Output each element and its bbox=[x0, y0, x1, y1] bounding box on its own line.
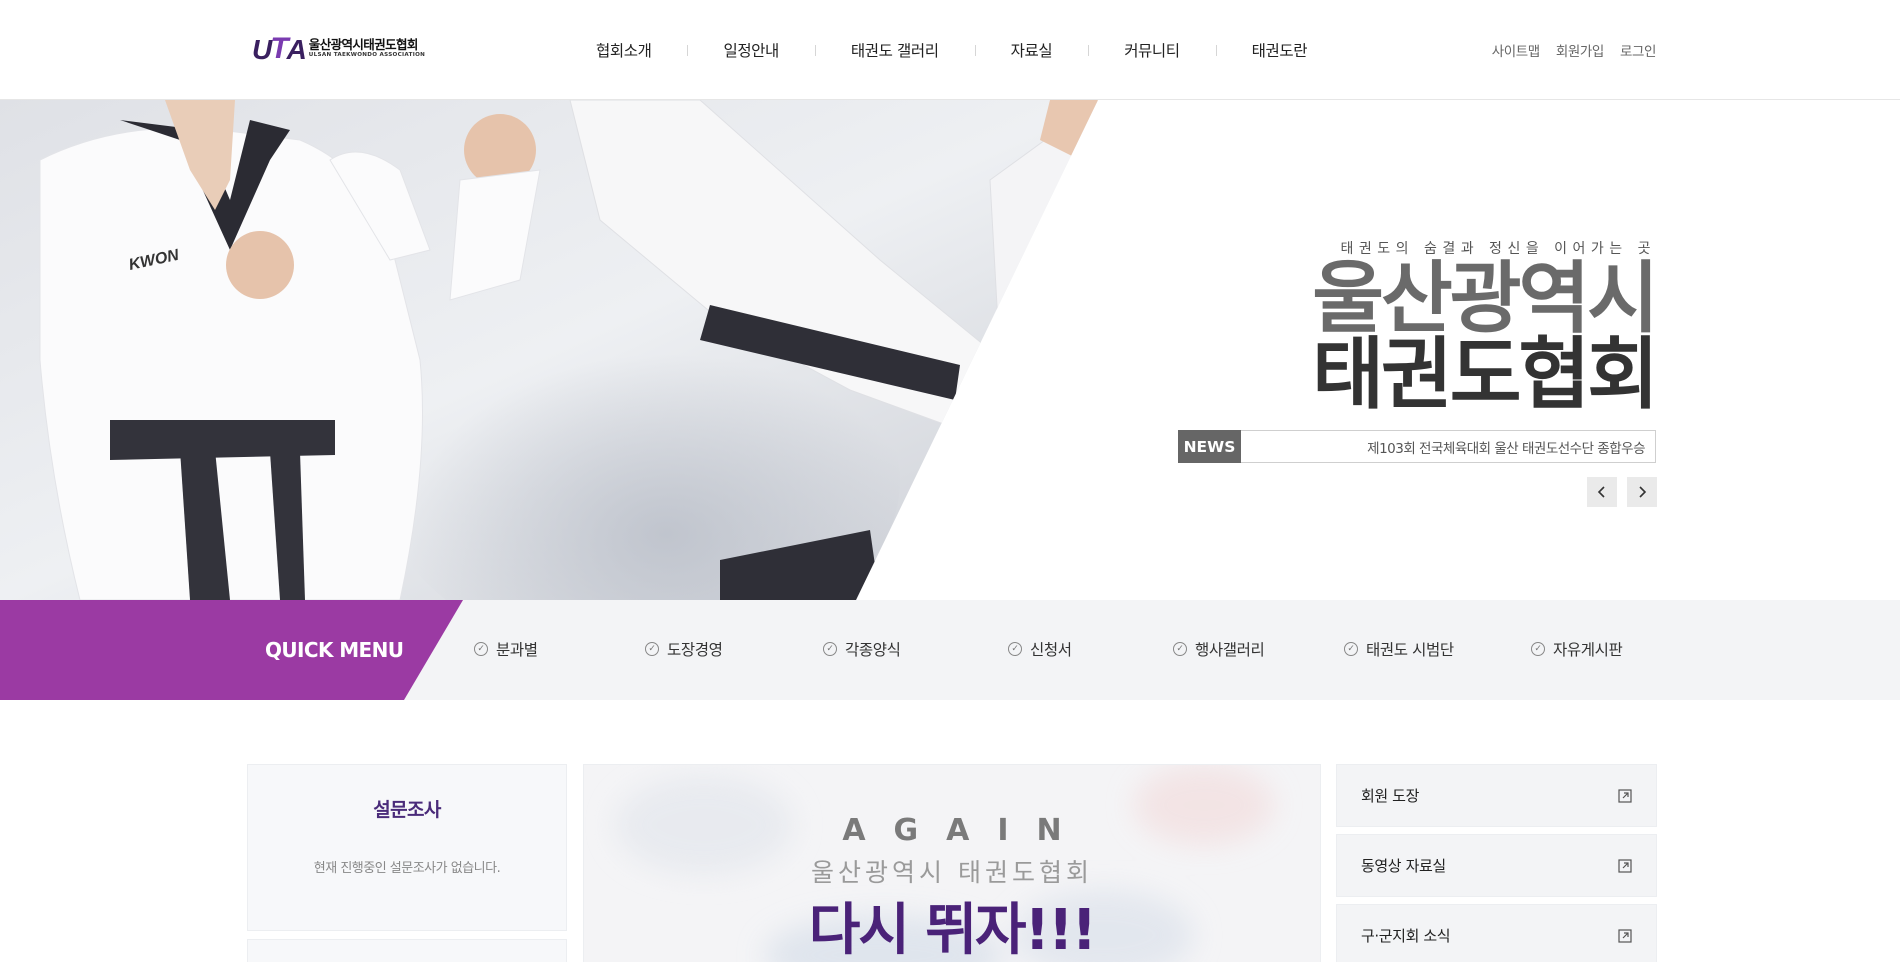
check-icon: ✓ bbox=[823, 642, 837, 656]
hero-title: 울산광역시 태권도협회 bbox=[1312, 254, 1659, 420]
check-icon: ✓ bbox=[1344, 642, 1358, 656]
nav-item-schedule[interactable]: 일정안내 bbox=[687, 39, 814, 61]
quick-item-division[interactable]: ✓ 분과별 bbox=[474, 638, 538, 660]
side-link-member-dojang[interactable]: 회원 도장 bbox=[1336, 764, 1657, 827]
external-link-icon bbox=[1618, 928, 1632, 943]
login-link[interactable]: 로그인 bbox=[1620, 40, 1656, 60]
site-logo[interactable]: UTA 울산광역시태권도협회 ULSAN TAEKWONDO ASSOCIATI… bbox=[252, 32, 425, 66]
nav-item-archive[interactable]: 자료실 bbox=[974, 39, 1089, 61]
hero-section: KWON 태권도의 숨결과 정신을 이어가는 곳 울산광역시 태권도협회 NEW… bbox=[0, 100, 1900, 600]
nav-item-about[interactable]: 협회소개 bbox=[560, 39, 687, 61]
secondary-box bbox=[247, 939, 567, 962]
hero-title-line2: 태권도협회 bbox=[1312, 330, 1659, 420]
check-icon: ✓ bbox=[474, 642, 488, 656]
hero-photo: KWON bbox=[0, 100, 1098, 600]
quick-item-demo-team[interactable]: ✓ 태권도 시범단 bbox=[1344, 638, 1454, 660]
side-link-video-archive[interactable]: 동영상 자료실 bbox=[1336, 834, 1657, 897]
news-arrows bbox=[1587, 477, 1657, 507]
banner-subtitle: 울산광역시 태권도협회 bbox=[811, 858, 1093, 887]
chevron-left-icon[interactable] bbox=[1587, 477, 1617, 507]
survey-box: 설문조사 현재 진행중인 설문조사가 없습니다. bbox=[247, 764, 567, 931]
check-icon: ✓ bbox=[1173, 642, 1187, 656]
check-icon: ✓ bbox=[645, 642, 659, 656]
nav-item-gallery[interactable]: 태권도 갤러리 bbox=[814, 39, 975, 61]
quick-menu: QUICK MENU ✓ 분과별 ✓ 도장경영 ✓ 각종양식 ✓ 신청서 ✓ 행사갤러리 … bbox=[0, 600, 1900, 700]
nav-item-community[interactable]: 커뮤니티 bbox=[1088, 39, 1215, 61]
hero-title-line1: 울산광역시 bbox=[1312, 254, 1659, 344]
chevron-right-icon[interactable] bbox=[1627, 477, 1657, 507]
survey-empty-message: 현재 진행중인 설문조사가 없습니다. bbox=[313, 861, 501, 876]
again-banner[interactable]: AGAIN 울산광역시 태권도협회 다시 뛰자!!! bbox=[583, 764, 1321, 962]
sitemap-link[interactable]: 사이트맵 bbox=[1492, 40, 1540, 60]
signup-link[interactable]: 회원가입 bbox=[1556, 40, 1604, 60]
quick-item-application[interactable]: ✓ 신청서 bbox=[1008, 638, 1072, 660]
quick-menu-title: QUICK MENU bbox=[265, 638, 404, 662]
main-nav: 협회소개 일정안내 태권도 갤러리 자료실 커뮤니티 태권도란 bbox=[560, 0, 1343, 100]
logo-text-english: ULSAN TAEKWONDO ASSOCIATION bbox=[308, 52, 426, 59]
news-ticker: NEWS 제103회 전국체육대회 울산 태권도선수단 종합우승 bbox=[1178, 430, 1656, 463]
external-link-icon bbox=[1618, 788, 1632, 803]
quick-item-event-gallery[interactable]: ✓ 행사갤러리 bbox=[1173, 638, 1265, 660]
logo-mark: UTA bbox=[252, 32, 307, 65]
banner-headline: 다시 뛰자!!! bbox=[808, 898, 1097, 962]
news-headline[interactable]: 제103회 전국체육대회 울산 태권도선수단 종합우승 bbox=[1241, 431, 1655, 462]
check-icon: ✓ bbox=[1531, 642, 1545, 656]
survey-title: 설문조사 bbox=[373, 799, 441, 821]
check-icon: ✓ bbox=[1008, 642, 1022, 656]
logo-text-korean: 울산광역시태권도협회 bbox=[308, 36, 419, 52]
external-link-icon bbox=[1618, 858, 1632, 873]
quick-item-forms[interactable]: ✓ 각종양식 bbox=[823, 638, 901, 660]
quick-item-dojang[interactable]: ✓ 도장경영 bbox=[645, 638, 723, 660]
quick-item-free-board[interactable]: ✓ 자유게시판 bbox=[1531, 638, 1623, 660]
site-header: UTA 울산광역시태권도협회 ULSAN TAEKWONDO ASSOCIATI… bbox=[0, 0, 1900, 100]
utility-nav: 사이트맵 회원가입 로그인 bbox=[1492, 40, 1657, 60]
nav-item-taekwondo[interactable]: 태권도란 bbox=[1215, 39, 1343, 61]
news-label: NEWS bbox=[1178, 430, 1241, 463]
side-link-district-news[interactable]: 구·군지회 소식 bbox=[1336, 904, 1657, 962]
banner-again-text: AGAIN bbox=[842, 813, 1090, 848]
